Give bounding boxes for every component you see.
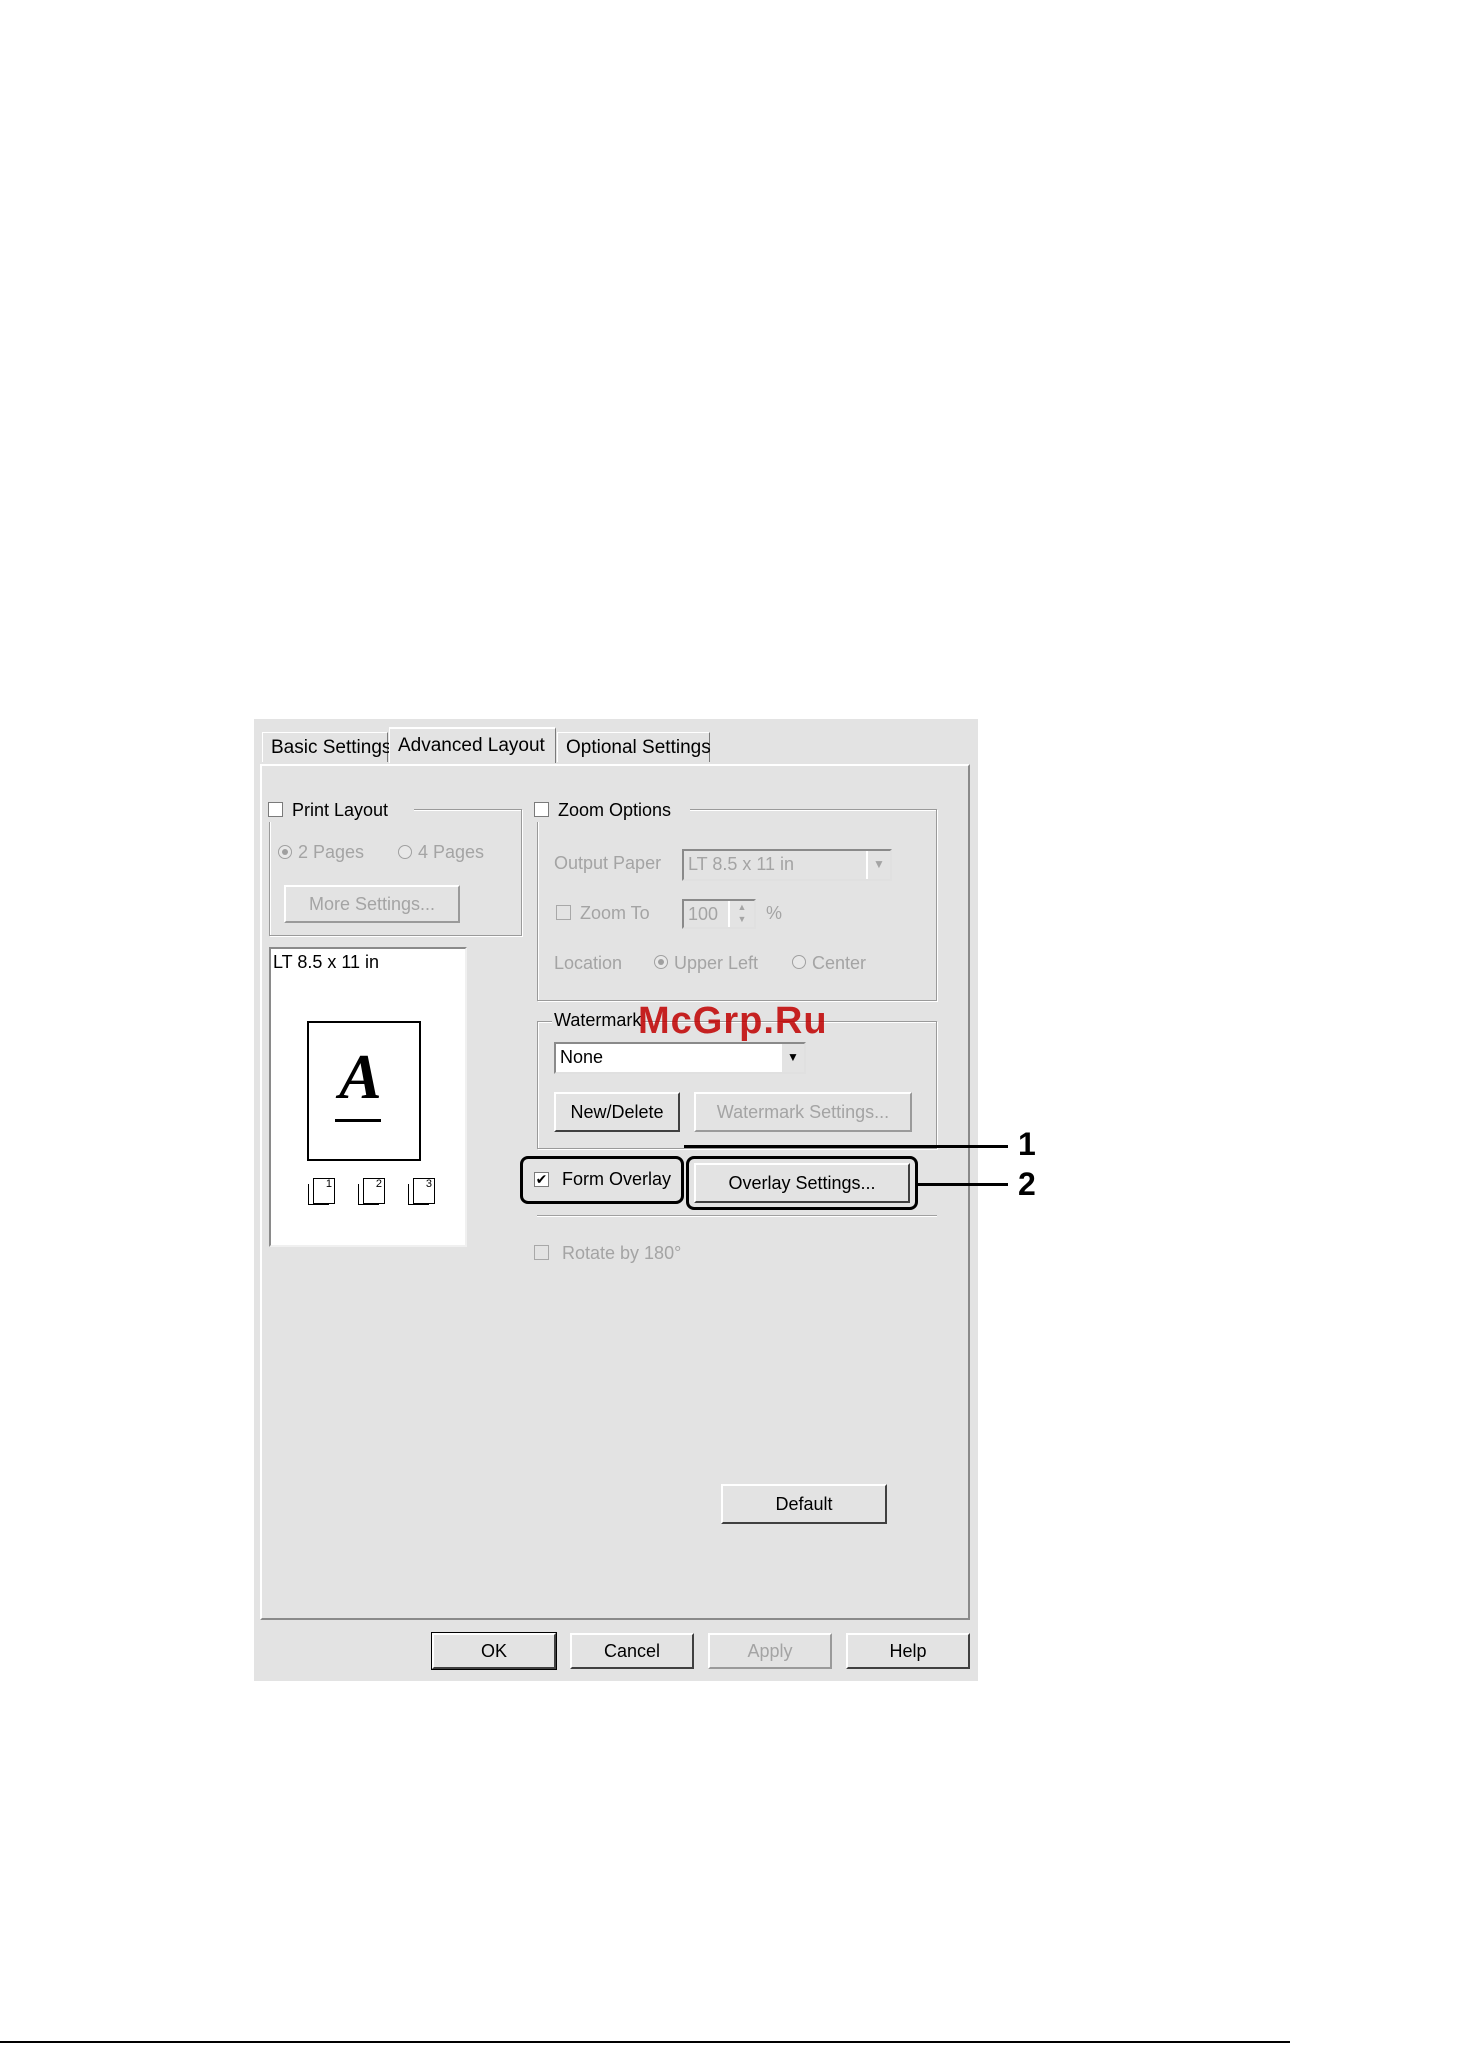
radio-4-pages[interactable]: [398, 845, 412, 859]
form-overlay-label: Form Overlay: [562, 1169, 672, 1189]
zoom-to-label: Zoom To: [580, 903, 650, 923]
zoom-to-stepper[interactable]: 100 ▲ ▼: [682, 899, 756, 929]
callout-number-1: 1: [1018, 1126, 1036, 1162]
callout-line-2: [918, 1183, 1008, 1186]
radio-upper-left-label: Upper Left: [674, 953, 759, 973]
tab-basic-settings[interactable]: Basic Settings: [262, 732, 391, 762]
default-button[interactable]: Default: [721, 1484, 887, 1524]
preview-paper-label: LT 8.5 x 11 in: [273, 952, 380, 972]
page-order-icon-2: 2: [358, 1178, 385, 1205]
page-order-icon-1: 1: [308, 1178, 335, 1205]
zoom-to-value: 100: [688, 904, 719, 924]
print-layout-header: Print Layout: [264, 798, 414, 822]
zoom-options-header: Zoom Options: [530, 798, 690, 822]
location-label: Location: [554, 953, 623, 973]
radio-center[interactable]: [792, 955, 806, 969]
radio-2-pages[interactable]: [278, 845, 292, 859]
rotate-checkbox[interactable]: [534, 1245, 549, 1260]
output-paper-dropdown[interactable]: LT 8.5 x 11 in ▼: [682, 849, 892, 881]
radio-center-label: Center: [812, 953, 867, 973]
stepper-arrows-icon: ▲ ▼: [728, 901, 754, 927]
watermark-dropdown[interactable]: None ▼: [554, 1042, 806, 1074]
watermark-settings-button[interactable]: Watermark Settings...: [694, 1092, 912, 1132]
print-layout-checkbox[interactable]: [268, 802, 283, 817]
callout-line-1: [684, 1145, 1008, 1148]
radio-upper-left[interactable]: [654, 955, 668, 969]
zoom-to-checkbox[interactable]: [556, 905, 571, 920]
more-settings-button[interactable]: More Settings...: [284, 885, 460, 923]
preview-page: A: [307, 1021, 421, 1161]
form-overlay-checkbox[interactable]: ✔: [534, 1172, 549, 1187]
new-delete-button[interactable]: New/Delete: [554, 1092, 680, 1132]
ok-button[interactable]: OK: [431, 1632, 557, 1670]
layout-preview: LT 8.5 x 11 in A 1 2 3: [269, 947, 467, 1247]
watermark-value: None: [560, 1047, 604, 1067]
callout-number-2: 2: [1018, 1166, 1036, 1202]
chevron-down-icon: ▼: [780, 1044, 804, 1072]
page-order-icon-3: 3: [408, 1178, 435, 1205]
rotate-label: Rotate by 180°: [562, 1243, 682, 1263]
separator: [537, 1215, 937, 1217]
apply-button[interactable]: Apply: [708, 1633, 832, 1669]
help-button[interactable]: Help: [846, 1633, 970, 1669]
output-paper-value: LT 8.5 x 11 in: [688, 854, 795, 874]
cancel-button[interactable]: Cancel: [570, 1633, 694, 1669]
printer-properties-dialog: Basic Settings Advanced Layout Optional …: [254, 719, 978, 1681]
radio-2-pages-label: 2 Pages: [298, 842, 365, 862]
zoom-options-checkbox[interactable]: [534, 802, 549, 817]
zoom-options-label: Zoom Options: [558, 800, 672, 820]
print-layout-label: Print Layout: [292, 800, 389, 820]
radio-4-pages-label: 4 Pages: [418, 842, 485, 862]
overlay-settings-button[interactable]: Overlay Settings...: [694, 1163, 910, 1203]
preview-underline: [335, 1119, 381, 1122]
site-watermark: McGrp.Ru: [638, 1000, 828, 1042]
output-paper-label: Output Paper: [554, 853, 662, 873]
zoom-unit-label: %: [766, 903, 783, 923]
tab-advanced-layout[interactable]: Advanced Layout: [389, 727, 556, 763]
preview-letter: A: [339, 1041, 382, 1112]
watermark-label: Watermark: [552, 1009, 644, 1031]
page-bottom-rule: [0, 2041, 1290, 2043]
chevron-down-icon: ▼: [866, 851, 890, 879]
tab-optional-settings[interactable]: Optional Settings: [557, 732, 711, 762]
